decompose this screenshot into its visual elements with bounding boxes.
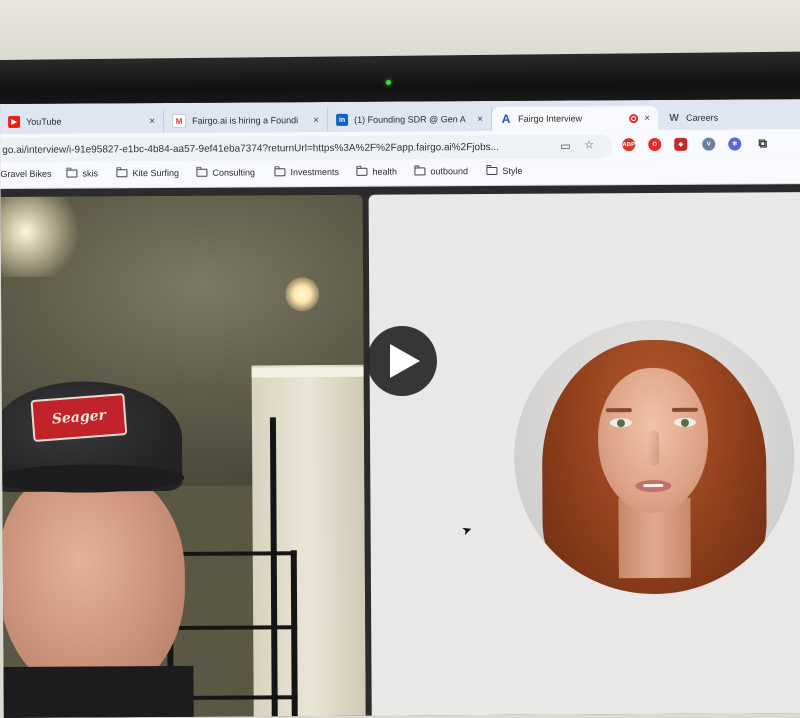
gear-icon[interactable]: ✻ (728, 137, 742, 151)
folder-icon (414, 167, 426, 176)
folder-icon (196, 168, 208, 177)
candidate-face (0, 467, 186, 700)
folder-icon (486, 166, 498, 176)
loft-railing (251, 366, 364, 378)
puzzle-icon[interactable]: ⧉ (756, 136, 769, 150)
tab-close-icon[interactable]: × (644, 113, 650, 124)
bookmark-outbound[interactable]: outbound (414, 166, 468, 176)
tab-close-icon[interactable]: × (149, 116, 155, 127)
loft-wall (251, 364, 366, 718)
bookmark-skis[interactable]: skis (66, 168, 98, 178)
tab-title: YouTube (26, 116, 62, 127)
bookmark-style[interactable]: Style (486, 166, 522, 176)
browser-toolbar: go.ai/interview/i-91e95827-e1bc-4b84-aa5… (0, 129, 800, 164)
ceiling-lamp (285, 277, 320, 312)
folder-icon (274, 168, 286, 177)
bookmark-health[interactable]: health (356, 167, 397, 177)
bookmark-investments[interactable]: Investments (274, 167, 339, 177)
opera-icon[interactable]: O (648, 137, 662, 152)
browser-window: ▶ YouTube × M Fairgo.ai is hiring a Foun… (0, 99, 800, 718)
avatar-nose (647, 429, 660, 467)
webcam-indicator-light (386, 80, 391, 85)
bookmark-label: skis (82, 168, 98, 179)
ladder-rung (167, 625, 298, 630)
tab-close-icon[interactable]: × (313, 115, 319, 126)
avatar-brow (605, 408, 632, 413)
address-bar[interactable]: go.ai/interview/i-91e95827-e1bc-4b84-aa5… (0, 134, 613, 162)
bookmark-label: Investments (290, 166, 339, 178)
tab-close-icon[interactable]: × (477, 114, 483, 125)
linkedin-icon: in (336, 113, 349, 126)
vpn-icon[interactable]: V (702, 137, 716, 151)
avatar-brow (671, 407, 698, 412)
ladder-rung (166, 551, 297, 556)
interview-page: Seager (0, 184, 800, 718)
tab-gmail[interactable]: M Fairgo.ai is hiring a Foundi × (164, 107, 329, 133)
folder-icon (356, 167, 368, 176)
bookmark-kite-surfing[interactable]: Kite Surfing (116, 168, 179, 178)
bookmark-label: Gravel Bikes (0, 168, 52, 179)
play-button[interactable] (367, 326, 437, 396)
bookmark-star-icon[interactable]: ☆ (584, 138, 594, 151)
tab-careers[interactable]: W Careers (660, 105, 800, 130)
bookmark-label: outbound (430, 166, 468, 177)
bookmark-label: Kite Surfing (132, 167, 179, 179)
tab-strip: ▶ YouTube × M Fairgo.ai is hiring a Foun… (0, 99, 800, 134)
play-icon (390, 344, 420, 378)
fairgo-icon: A (501, 111, 511, 126)
ai-interviewer-avatar (513, 319, 796, 595)
recording-icon (629, 113, 639, 123)
ladder-rail (290, 550, 298, 718)
w-icon: W (669, 112, 679, 124)
cap-logo: Seager (30, 393, 128, 443)
tab-title: (1) Founding SDR @ Gen A (354, 114, 466, 125)
url-text: go.ai/interview/i-91e95827-e1bc-4b84-aa5… (2, 141, 500, 156)
candidate-shirt (3, 665, 194, 718)
bookmark-gravel-bikes[interactable]: Gravel Bikes (0, 169, 51, 179)
candidate-video-feed: Seager (0, 194, 366, 718)
bookmark-label: Consulting (212, 167, 255, 178)
camera-icon[interactable]: ▭ (560, 140, 570, 153)
bookmark-label: Style (502, 165, 523, 176)
folder-icon (116, 169, 128, 178)
shield-icon[interactable]: ◆ (674, 137, 688, 151)
tab-youtube[interactable]: ▶ YouTube × (0, 108, 165, 134)
gmail-icon: M (172, 113, 187, 128)
folder-icon (66, 169, 78, 178)
ai-interviewer-panel (368, 192, 800, 716)
youtube-icon: ▶ (8, 115, 21, 128)
window-glow (0, 194, 82, 278)
abp-icon[interactable]: ABP (622, 138, 636, 152)
bookmark-consulting[interactable]: Consulting (196, 167, 255, 178)
bookmark-label: health (372, 166, 397, 177)
tab-title: Fairgo Interview (518, 113, 583, 124)
tab-title: Careers (686, 112, 719, 123)
tab-fairgo-interview[interactable]: A Fairgo Interview × (492, 105, 659, 131)
tab-title: Fairgo.ai is hiring a Foundi (192, 115, 299, 126)
tab-linkedin[interactable]: in (1) Founding SDR @ Gen A × (328, 106, 493, 132)
